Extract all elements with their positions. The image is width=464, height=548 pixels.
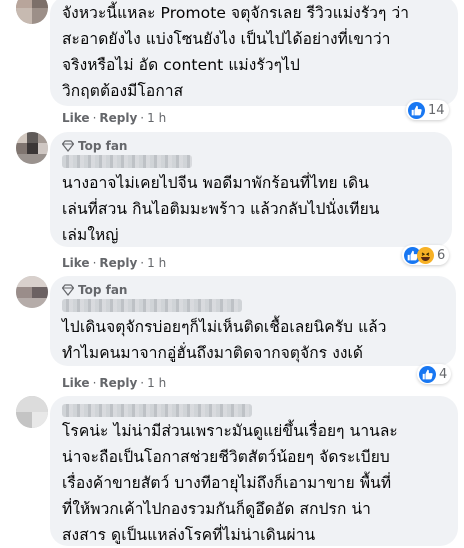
reaction-count: 4 <box>439 366 448 382</box>
comment-text-line: วิกฤตต้องมีโอกาส <box>62 82 184 100</box>
comment-text-line: จริงหรือไม่ อัด content แม่งรัวๆไป <box>62 56 300 74</box>
reaction-summary[interactable]: 4 <box>417 364 452 384</box>
commenter-name[interactable] <box>62 155 192 168</box>
like-link[interactable]: Like <box>62 111 90 125</box>
comment-bubble: โรคน่ะ ไม่น่ามีส่วนเพราะมันดูแย่ขึ้นเรื่… <box>50 396 458 546</box>
comment-text-line: สะอาดยังไง แบ่งโซนยังไง เป็นไปได้อย่างที… <box>62 30 391 48</box>
laughing-face-icon <box>417 246 434 264</box>
top-fan-badge: Top fan <box>62 283 127 297</box>
comment-bubble: Top fan นางอาจไม่เคยไปจีน พอดีมาพักร้อนท… <box>50 132 452 247</box>
comment-text-line: เล่นที่สวน กินไอติมมะพร้าว แล้วกลับไปนั่… <box>62 200 380 218</box>
comment-text-line: สงสาร ดูเป็นแหล่งโรคที่ไม่น่าเดินผ่าน <box>62 526 316 544</box>
comment-bubble: Top fan ไปเดินจตุจักรบ่อยๆก็ไม่เห็นติดเช… <box>50 276 456 366</box>
comment-text-line: เรื่องค้าขายสัตว์ บางทีอายุไม่ถึงก็เอามา… <box>62 474 392 492</box>
reaction-summary[interactable]: 14 <box>406 100 449 120</box>
comment-actions: Like · Reply · 1 h <box>62 376 167 390</box>
reaction-summary[interactable]: 6 <box>402 245 450 265</box>
top-fan-badge: Top fan <box>62 139 127 153</box>
comment-text-line: นางอาจไม่เคยไปจีน พอดีมาพักร้อนที่ไทย เด… <box>62 174 369 192</box>
reply-link[interactable]: Reply <box>99 111 137 125</box>
avatar[interactable] <box>16 132 48 164</box>
comment-text-line: ที่ให้พวกเค้าไปกองรวมกันก็ดูอึดอัด สกปรก… <box>62 500 371 518</box>
avatar[interactable] <box>16 276 48 308</box>
reaction-count: 6 <box>437 247 446 263</box>
comment-text-line: ทำไมคนมาจากอู่ฮั่นถึงมาติดจากจตุจักร งงเ… <box>62 344 364 362</box>
comment-text-line: จังหวะนี้แหละ Promote จตุจักรเลย รีวิวแม… <box>62 4 410 22</box>
comment-text-line: ไปเดินจตุจักรบ่อยๆก็ไม่เห็นติดเชื้อเลยนิ… <box>62 318 387 336</box>
comment-text-line: โรคน่ะ ไม่น่ามีส่วนเพราะมันดูแย่ขึ้นเรื่… <box>62 422 398 440</box>
comment-actions: Like · Reply · 1 h <box>62 256 167 270</box>
like-link[interactable]: Like <box>62 376 90 390</box>
thumbs-up-icon <box>419 365 436 383</box>
avatar[interactable] <box>16 396 48 428</box>
comment-actions: Like · Reply · 1 h <box>62 111 167 125</box>
like-link[interactable]: Like <box>62 256 90 270</box>
comment-text-line: น่าจะถือเป็นโอกาสช่วยชีวิตสัตว์น้อยๆ จัด… <box>62 448 390 466</box>
thumbs-up-icon <box>408 101 425 119</box>
timestamp[interactable]: 1 h <box>147 376 166 390</box>
commenter-name[interactable] <box>62 404 252 417</box>
reaction-count: 14 <box>428 102 445 118</box>
diamond-icon <box>62 284 74 296</box>
comment-text-line: เล่มใหญ่ <box>62 226 119 244</box>
reply-link[interactable]: Reply <box>99 256 137 270</box>
commenter-name[interactable] <box>62 299 242 312</box>
timestamp[interactable]: 1 h <box>147 111 166 125</box>
diamond-icon <box>62 140 74 152</box>
avatar[interactable] <box>16 0 48 24</box>
comment-bubble: จังหวะนี้แหละ Promote จตุจักรเลย รีวิวแม… <box>50 0 458 106</box>
timestamp[interactable]: 1 h <box>147 256 166 270</box>
reply-link[interactable]: Reply <box>99 376 137 390</box>
